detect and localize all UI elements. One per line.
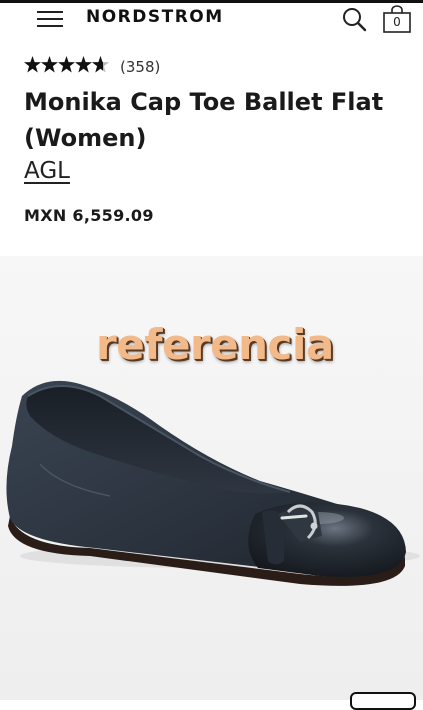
review-count[interactable]: (358) xyxy=(120,58,160,76)
star-rating xyxy=(24,56,110,79)
product-brand-link[interactable]: AGL xyxy=(24,158,70,184)
search-icon[interactable] xyxy=(341,6,367,32)
hamburger-menu-icon[interactable] xyxy=(37,10,63,28)
product-price: MXN 6,559.09 xyxy=(24,206,154,225)
watermark-text: referencia xyxy=(96,320,334,369)
product-title: Monika Cap Toe Ballet Flat (Women) xyxy=(24,88,384,152)
floating-action-button[interactable] xyxy=(350,692,416,710)
brand-logo[interactable]: NORDSTROM xyxy=(86,7,224,27)
shopping-bag-button[interactable]: 0 xyxy=(382,5,412,33)
star-rating-icon xyxy=(24,56,109,73)
product-image[interactable]: referencia xyxy=(0,256,423,700)
top-bar: NORDSTROM 0 xyxy=(0,0,423,34)
bag-count: 0 xyxy=(393,15,401,29)
